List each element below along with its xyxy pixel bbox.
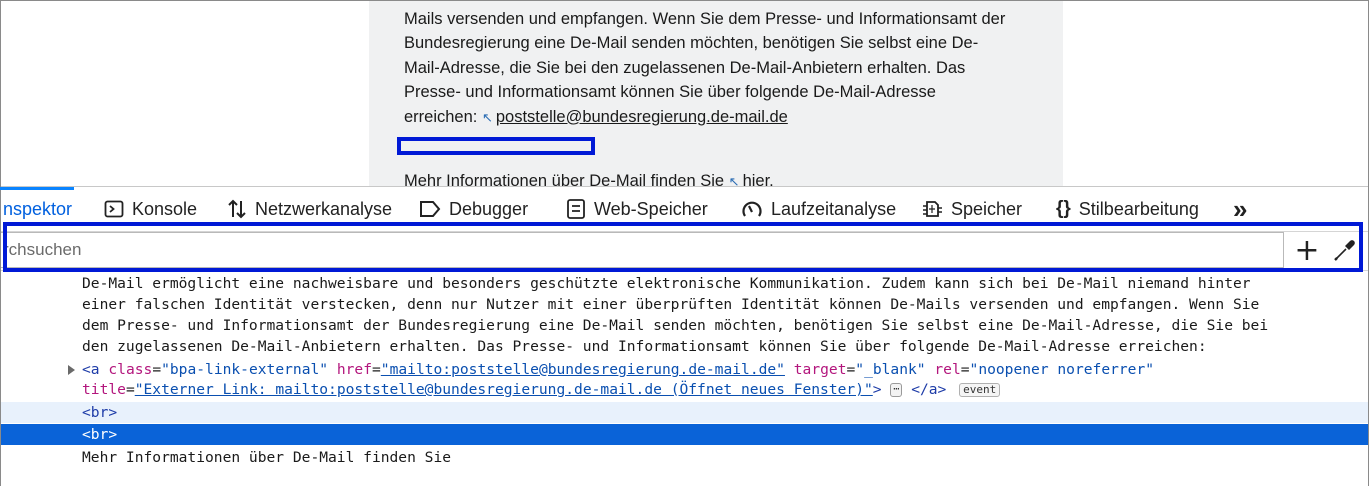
attr-value: "Externer Link: mailto:poststelle@bundes… (134, 381, 873, 398)
tab-label: Konsole (132, 198, 198, 219)
text-node-line: dem Presse- und Informationsamt der Bund… (82, 317, 1269, 334)
text-node-line: den zugelassenen De-Mail-Anbietern erhal… (82, 338, 1207, 355)
highlight-box-markup (3, 222, 1363, 272)
attr-name: class (108, 361, 153, 378)
tab-label: Laufzeitanalyse (771, 198, 897, 219)
collapsed-children-badge[interactable]: ⋯ (890, 383, 903, 397)
text-node-line: Mehr Informationen über De-Mail finden S… (82, 449, 452, 466)
tag-name: <a (82, 361, 100, 378)
external-link-icon: ↖ (481, 109, 493, 125)
style-editor-icon: {} (1056, 198, 1071, 219)
markup-view: De-Mail ermöglicht eine nachweisbare und… (1, 271, 1368, 486)
external-link-icon: ↖ (728, 174, 740, 186)
reach-prefix: erreichen: (404, 107, 482, 126)
tag-name: <br> (82, 404, 118, 421)
email-link[interactable]: poststelle@bundesregierung.de-mail.de (496, 108, 788, 126)
tab-label: Web-Speicher (594, 198, 708, 219)
paragraph-line: erreichen: ↖ poststelle@bundesregierung.d… (404, 105, 1063, 130)
attr-name: href (336, 361, 372, 378)
text-node-line: einer falschen Identität verstecken, den… (82, 296, 1260, 313)
content-column: Mails versenden und empfangen. Wenn Sie … (369, 1, 1063, 186)
console-icon (104, 199, 124, 219)
debugger-icon (419, 200, 441, 218)
more-info-link[interactable]: hier. (743, 172, 774, 186)
highlight-box-page (397, 137, 595, 155)
paragraph-line: Mail-Adresse, die Sie bei den zugelassen… (404, 58, 966, 77)
memory-icon (921, 199, 943, 219)
tab-label: Stilbearbeitung (1078, 198, 1199, 219)
paragraph-line: Bundesregierung eine De-Mail senden möch… (404, 34, 979, 53)
tag-punct: > (872, 381, 882, 398)
tag-name: </a> (911, 381, 947, 398)
tag-name: <br> (82, 426, 118, 443)
attr-value-link[interactable]: "mailto:poststelle@bundesregierung.de-ma… (381, 361, 785, 378)
attr-name: title (82, 381, 126, 398)
storage-icon (566, 198, 586, 220)
performance-icon (741, 199, 763, 219)
tab-label: nspektor (3, 198, 73, 219)
attr-name: target (793, 361, 847, 378)
anchor-node-line-cont: title="Externer Link: mailto:poststelle@… (1, 379, 1368, 400)
paragraph-line: Mails versenden und empfangen. Wenn Sie … (404, 10, 1006, 28)
attr-name: rel (934, 361, 961, 378)
tab-label: Debugger (449, 198, 529, 219)
paragraph-line: Presse- und Informationsamt können Sie ü… (404, 83, 936, 102)
attr-value: "noopener noreferrer" (969, 361, 1155, 378)
tab-label: Netzwerkanalyse (255, 198, 393, 219)
expand-twisty-icon[interactable] (68, 365, 75, 375)
more-prefix: Mehr Informationen über De-Mail finden S… (404, 172, 729, 186)
event-badge[interactable]: event (959, 383, 1001, 397)
more-info-line: Mehr Informationen über De-Mail finden S… (404, 169, 774, 186)
attr-value: "_blank" (855, 361, 926, 378)
attr-value: "bpa-link-external" (161, 361, 329, 378)
page-viewport: Mails versenden und empfangen. Wenn Sie … (1, 1, 1368, 186)
anchor-node-line[interactable]: <a class="bpa-link-external" href="mailt… (1, 359, 1368, 380)
br-node-line[interactable]: <br> (1, 402, 1368, 423)
network-icon (227, 198, 247, 220)
text-node-line: De-Mail ermöglicht eine nachweisbare und… (82, 275, 1251, 292)
br-node-line-selected[interactable]: <br> (1, 424, 1368, 445)
tab-label: Speicher (951, 198, 1023, 219)
